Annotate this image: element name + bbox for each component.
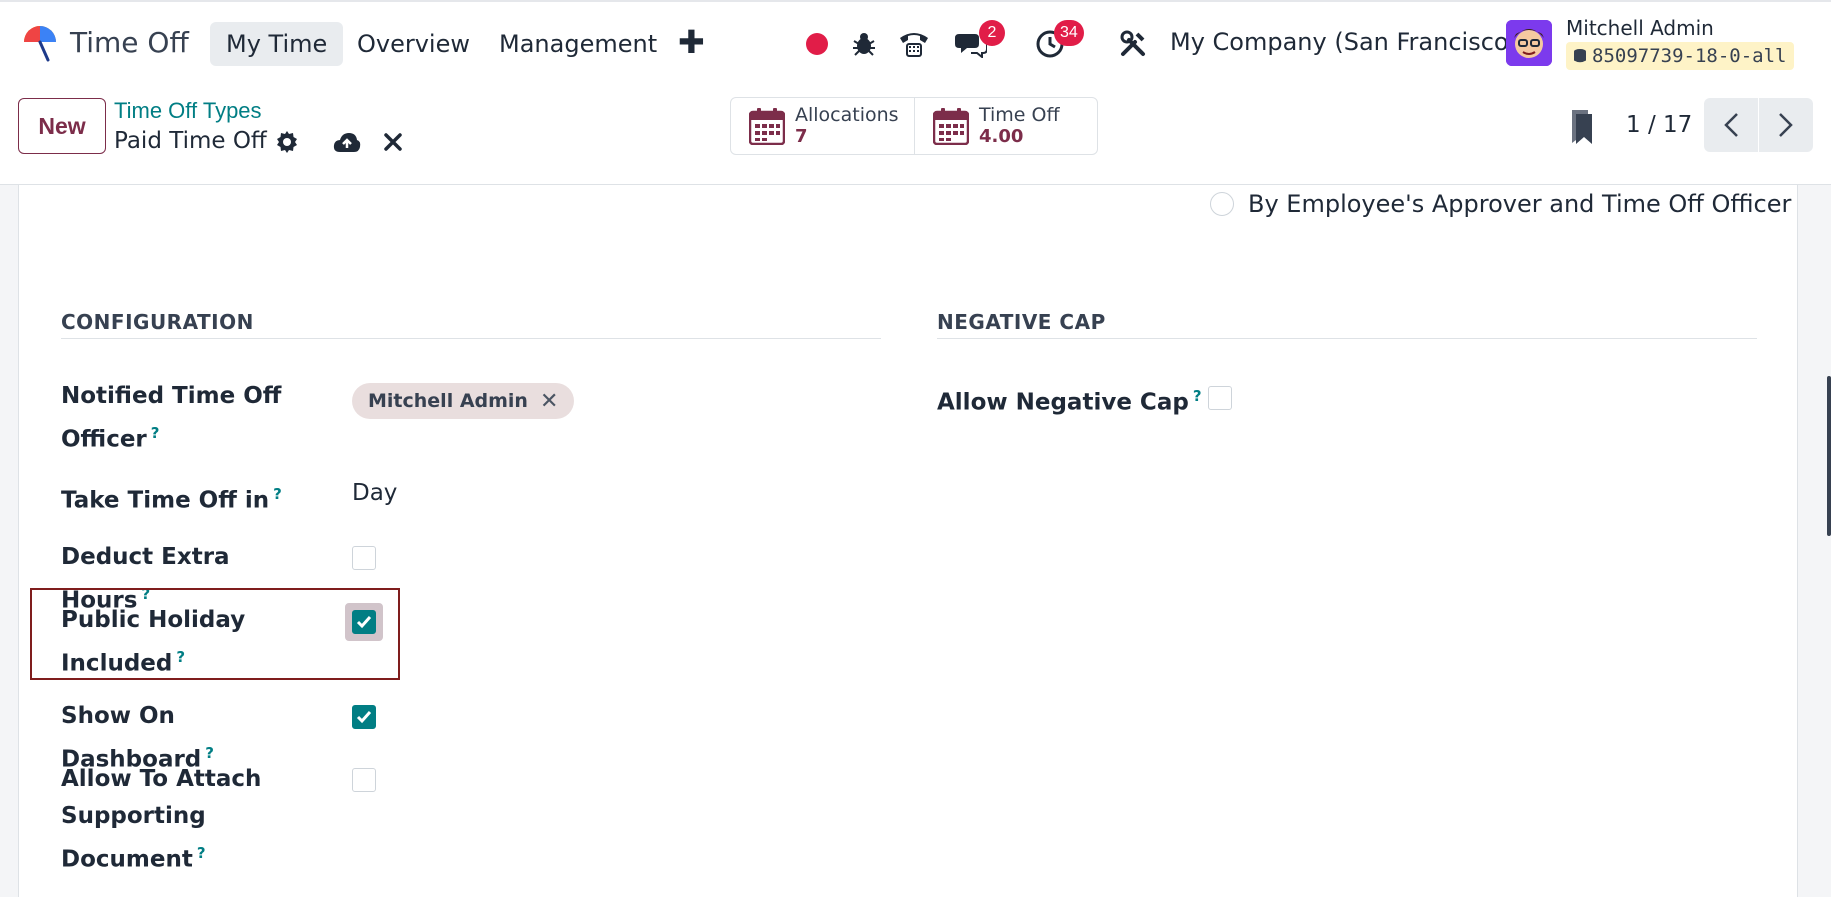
help-tooltip-icon[interactable]: ? <box>151 424 160 442</box>
top-navbar: Time Off My Time Overview Management ✚ 2… <box>0 0 1831 84</box>
time-off-label: Time Off <box>979 104 1060 126</box>
debug-bug-icon[interactable] <box>848 28 880 60</box>
menu-overview[interactable]: Overview <box>341 22 486 66</box>
allow-negative-cap-checkbox[interactable] <box>1208 386 1232 410</box>
section-divider <box>61 338 881 339</box>
deduct-extra-hours-checkbox[interactable] <box>352 546 376 570</box>
allocations-count: 7 <box>795 126 808 147</box>
record-name: Paid Time Off <box>114 128 267 154</box>
notified-officer-tag: Mitchell Admin ✕ <box>352 383 575 419</box>
smart-buttons: Allocations 7 Time Off 4.00 <box>730 97 1098 155</box>
control-panel: New Time Off Types Paid Time Off Allocat… <box>0 84 1831 185</box>
menu-management[interactable]: Management <box>483 22 673 66</box>
chevron-right-icon <box>1779 113 1793 137</box>
label-text: Allow Negative Cap <box>937 389 1189 416</box>
breadcrumb-time-off-types[interactable]: Time Off Types <box>114 98 262 124</box>
messages-chat-icon[interactable]: 2 <box>955 20 1005 60</box>
discard-close-icon[interactable] <box>379 128 407 156</box>
calendar-icon <box>749 108 785 145</box>
save-cloud-icon[interactable] <box>333 128 361 156</box>
pager-value[interactable]: 1 / 17 <box>1626 112 1692 138</box>
user-avatar[interactable] <box>1506 20 1552 66</box>
phone-icon[interactable] <box>898 28 930 60</box>
notified-officer-label: Notified Time Off Officer? <box>61 378 321 459</box>
help-tooltip-icon[interactable]: ? <box>176 648 185 666</box>
label-text: Public Holiday Included <box>61 607 246 677</box>
attach-document-checkbox[interactable] <box>352 768 376 792</box>
radio-label: By Employee's Approver and Time Off Offi… <box>1248 190 1792 218</box>
allow-negative-cap-label: Allow Negative Cap? <box>937 378 1237 422</box>
messages-badge: 2 <box>979 20 1005 46</box>
activities-clock-icon[interactable]: 34 <box>1034 20 1084 60</box>
menu-my-time[interactable]: My Time <box>210 22 344 66</box>
help-tooltip-icon[interactable]: ? <box>1193 387 1202 405</box>
scrollbar-thumb[interactable] <box>1827 376 1831 536</box>
radio-button[interactable] <box>1210 192 1234 216</box>
calendar-icon <box>933 108 969 145</box>
configuration-section-title: CONFIGURATION <box>61 310 254 334</box>
time-off-value: 4.00 <box>979 126 1024 147</box>
activities-badge: 34 <box>1054 20 1084 46</box>
remove-tag-icon[interactable]: ✕ <box>540 389 558 414</box>
show-dashboard-checkbox[interactable] <box>352 705 376 729</box>
label-text: Take Time Off in <box>61 487 270 514</box>
section-divider <box>937 338 1757 339</box>
negative-cap-section-title: NEGATIVE CAP <box>937 310 1106 334</box>
allocations-smart-button[interactable]: Allocations 7 <box>731 98 914 154</box>
company-switcher[interactable]: My Company (San Francisco) <box>1170 28 1518 56</box>
quick-create-plus-icon[interactable]: ✚ <box>678 26 705 58</box>
help-tooltip-icon[interactable]: ? <box>197 844 206 862</box>
take-time-off-select[interactable]: Day <box>352 480 397 506</box>
tag-label: Mitchell Admin <box>368 390 528 412</box>
time-off-logo-icon <box>24 26 56 62</box>
app-name: Time Off <box>70 25 189 59</box>
time-off-smart-button[interactable]: Time Off 4.00 <box>914 98 1097 154</box>
new-button[interactable]: New <box>18 98 106 154</box>
record-dot-icon[interactable] <box>801 28 833 60</box>
pager-next-button[interactable] <box>1759 98 1813 152</box>
settings-tools-icon[interactable] <box>1117 28 1149 60</box>
pager-previous-button[interactable] <box>1704 98 1758 152</box>
label-text: Allow To Attach Supporting Document <box>61 766 262 873</box>
allocations-label: Allocations <box>795 104 899 126</box>
take-time-off-label: Take Time Off in? <box>61 476 321 520</box>
attach-document-label: Allow To Attach Supporting Document? <box>61 761 281 879</box>
checkmark-icon <box>356 616 372 629</box>
public-holiday-checkbox[interactable] <box>352 610 376 634</box>
database-name: 85097739-18-0-all <box>1592 45 1787 67</box>
chevron-left-icon <box>1724 113 1738 137</box>
gear-icon[interactable] <box>273 128 301 156</box>
checkmark-icon <box>356 711 372 724</box>
help-tooltip-icon[interactable]: ? <box>273 485 282 503</box>
label-text: Notified Time Off Officer <box>61 383 282 453</box>
bookmark-icon[interactable] <box>1570 110 1598 146</box>
database-tag: 85097739-18-0-all <box>1566 42 1795 70</box>
public-holiday-label: Public Holiday Included? <box>61 602 321 683</box>
help-tooltip-icon[interactable]: ? <box>205 744 214 762</box>
database-icon <box>1574 49 1586 63</box>
approval-option-radio[interactable]: By Employee's Approver and Time Off Offi… <box>1210 190 1791 218</box>
app-brand[interactable]: Time Off <box>18 20 189 64</box>
user-name[interactable]: Mitchell Admin <box>1566 16 1714 40</box>
